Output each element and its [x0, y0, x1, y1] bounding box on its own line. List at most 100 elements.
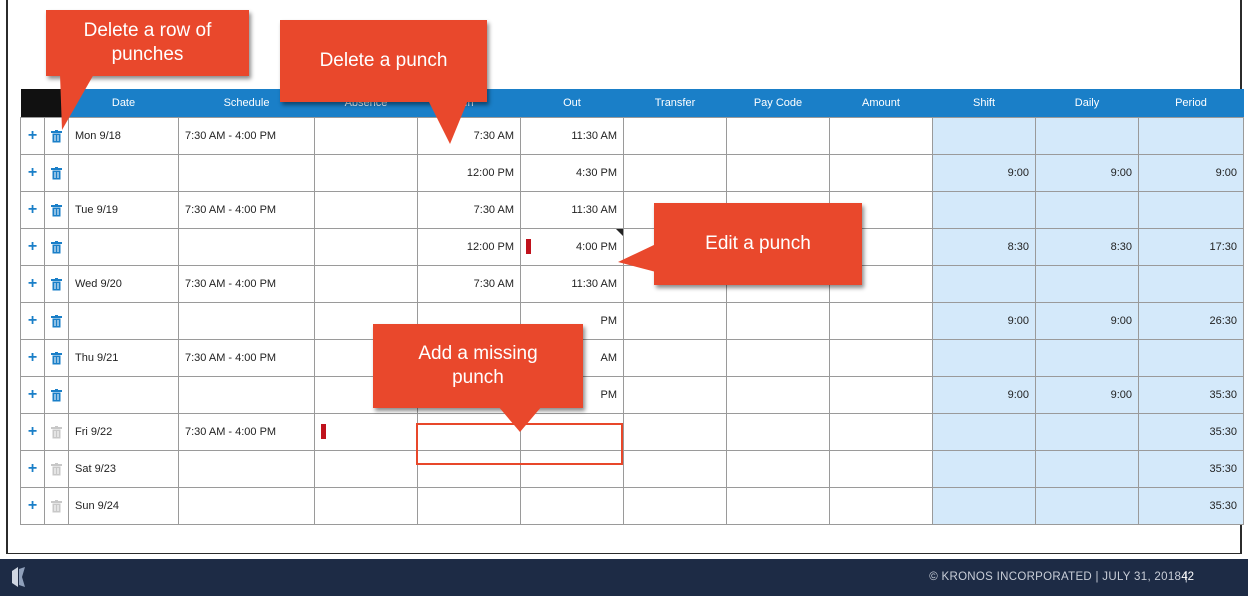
amount-cell[interactable] — [829, 302, 933, 340]
transfer-cell[interactable] — [623, 376, 727, 414]
schedule-cell[interactable]: 7:30 AM - 4:00 PM — [178, 191, 315, 229]
out-punch-cell[interactable]: 4:30 PM — [520, 154, 624, 192]
absence-cell[interactable] — [314, 413, 418, 451]
transfer-cell[interactable] — [623, 413, 727, 451]
transfer-cell[interactable] — [623, 302, 727, 340]
amount-cell[interactable] — [829, 413, 933, 451]
amount-cell[interactable] — [829, 450, 933, 488]
pay-code-cell[interactable] — [726, 117, 830, 155]
add-punch-button[interactable]: + — [20, 117, 45, 155]
header-transfer[interactable]: Transfer — [623, 89, 727, 118]
amount-cell[interactable] — [829, 154, 933, 192]
table-row[interactable]: + PM 9:00 9:00 35:30 — [20, 376, 1244, 414]
schedule-cell[interactable] — [178, 450, 315, 488]
table-row[interactable]: + PM 9:00 9:00 26:30 — [20, 302, 1244, 340]
add-punch-button[interactable]: + — [20, 450, 45, 488]
absence-cell[interactable] — [314, 191, 418, 229]
in-punch-cell[interactable]: 12:00 PM — [417, 154, 521, 192]
delete-row-button[interactable] — [44, 450, 69, 488]
schedule-cell[interactable] — [178, 487, 315, 525]
add-punch-button[interactable]: + — [20, 154, 45, 192]
add-punch-button[interactable]: + — [20, 228, 45, 266]
transfer-cell[interactable] — [623, 154, 727, 192]
absence-cell[interactable] — [314, 154, 418, 192]
delete-row-button[interactable] — [44, 265, 69, 303]
schedule-cell[interactable]: 7:30 AM - 4:00 PM — [178, 413, 315, 451]
pay-code-cell[interactable] — [726, 487, 830, 525]
out-punch-cell[interactable]: 11:30 AM — [520, 117, 624, 155]
schedule-cell[interactable]: 7:30 AM - 4:00 PM — [178, 117, 315, 155]
in-punch-cell[interactable]: 7:30 AM — [417, 265, 521, 303]
table-row[interactable]: + Tue 9/19 7:30 AM - 4:00 PM 7:30 AM 11:30 A… — [20, 191, 1244, 229]
add-punch-button[interactable]: + — [20, 376, 45, 414]
header-daily[interactable]: Daily — [1035, 89, 1139, 118]
out-punch-cell[interactable] — [520, 487, 624, 525]
red-flag-icon[interactable] — [526, 239, 531, 254]
schedule-cell[interactable]: 7:30 AM - 4:00 PM — [178, 265, 315, 303]
delete-row-button[interactable] — [44, 154, 69, 192]
amount-cell[interactable] — [829, 339, 933, 377]
transfer-cell[interactable] — [623, 450, 727, 488]
pay-code-cell[interactable] — [726, 302, 830, 340]
add-punch-button[interactable]: + — [20, 265, 45, 303]
header-pay-code[interactable]: Pay Code — [726, 89, 830, 118]
shift-total-cell — [932, 339, 1036, 377]
delete-row-button[interactable] — [44, 339, 69, 377]
table-row[interactable]: + Sat 9/23 35:30 — [20, 450, 1244, 488]
delete-row-button[interactable] — [44, 376, 69, 414]
add-punch-button[interactable]: + — [20, 302, 45, 340]
date-cell-text: Sun 9/24 — [75, 500, 120, 512]
add-punch-button[interactable]: + — [20, 487, 45, 525]
trash-icon — [51, 351, 62, 364]
absence-cell[interactable] — [314, 228, 418, 266]
schedule-cell[interactable] — [178, 376, 315, 414]
header-out[interactable]: Out — [520, 89, 624, 118]
add-punch-button[interactable]: + — [20, 191, 45, 229]
transfer-cell[interactable] — [623, 487, 727, 525]
pay-code-cell[interactable] — [726, 376, 830, 414]
table-row[interactable]: + Fri 9/22 7:30 AM - 4:00 PM 35:30 — [20, 413, 1244, 451]
add-punch-button[interactable]: + — [20, 413, 45, 451]
transfer-cell[interactable] — [623, 117, 727, 155]
in-punch-cell[interactable] — [417, 487, 521, 525]
amount-cell[interactable] — [829, 376, 933, 414]
schedule-cell[interactable] — [178, 302, 315, 340]
pay-code-cell[interactable] — [726, 413, 830, 451]
header-amount[interactable]: Amount — [829, 89, 933, 118]
absence-cell[interactable] — [314, 117, 418, 155]
period-total-cell-text: 35:30 — [1209, 426, 1237, 438]
out-punch-cell[interactable]: 11:30 AM — [520, 191, 624, 229]
schedule-cell[interactable] — [178, 228, 315, 266]
amount-cell[interactable] — [829, 117, 933, 155]
pay-code-cell[interactable] — [726, 154, 830, 192]
header-period[interactable]: Period — [1138, 89, 1244, 118]
out-punch-cell[interactable]: 11:30 AM — [520, 265, 624, 303]
delete-row-button[interactable] — [44, 191, 69, 229]
transfer-cell[interactable] — [623, 339, 727, 377]
corner-triangle-icon[interactable] — [616, 229, 623, 236]
in-punch-cell[interactable]: 7:30 AM — [417, 191, 521, 229]
table-row[interactable]: + Sun 9/24 35:30 — [20, 487, 1244, 525]
red-flag-icon[interactable] — [321, 424, 326, 439]
shift-total-cell: 8:30 — [932, 228, 1036, 266]
delete-row-button[interactable] — [44, 413, 69, 451]
in-punch-cell[interactable]: 12:00 PM — [417, 228, 521, 266]
out-punch-cell[interactable]: 4:00 PM — [520, 228, 624, 266]
absence-cell[interactable] — [314, 450, 418, 488]
pay-code-cell[interactable] — [726, 339, 830, 377]
schedule-cell[interactable] — [178, 154, 315, 192]
delete-row-button[interactable] — [44, 302, 69, 340]
table-row[interactable]: +12:00 PM 4:30 PM 9:00 9:00 9:00 — [20, 154, 1244, 192]
delete-row-button[interactable] — [44, 228, 69, 266]
header-shift[interactable]: Shift — [932, 89, 1036, 118]
schedule-cell[interactable]: 7:30 AM - 4:00 PM — [178, 339, 315, 377]
amount-cell[interactable] — [829, 487, 933, 525]
absence-cell[interactable] — [314, 265, 418, 303]
absence-cell[interactable] — [314, 487, 418, 525]
add-punch-button[interactable]: + — [20, 339, 45, 377]
delete-row-button[interactable] — [44, 487, 69, 525]
table-row[interactable]: + Thu 9/21 7:30 AM - 4:00 PM AM — [20, 339, 1244, 377]
table-row[interactable]: + Mon 9/18 7:30 AM - 4:00 PM 7:30 AM 11:30 A… — [20, 117, 1244, 155]
pay-code-cell[interactable] — [726, 450, 830, 488]
schedule-cell-text: 7:30 AM - 4:00 PM — [185, 352, 277, 364]
